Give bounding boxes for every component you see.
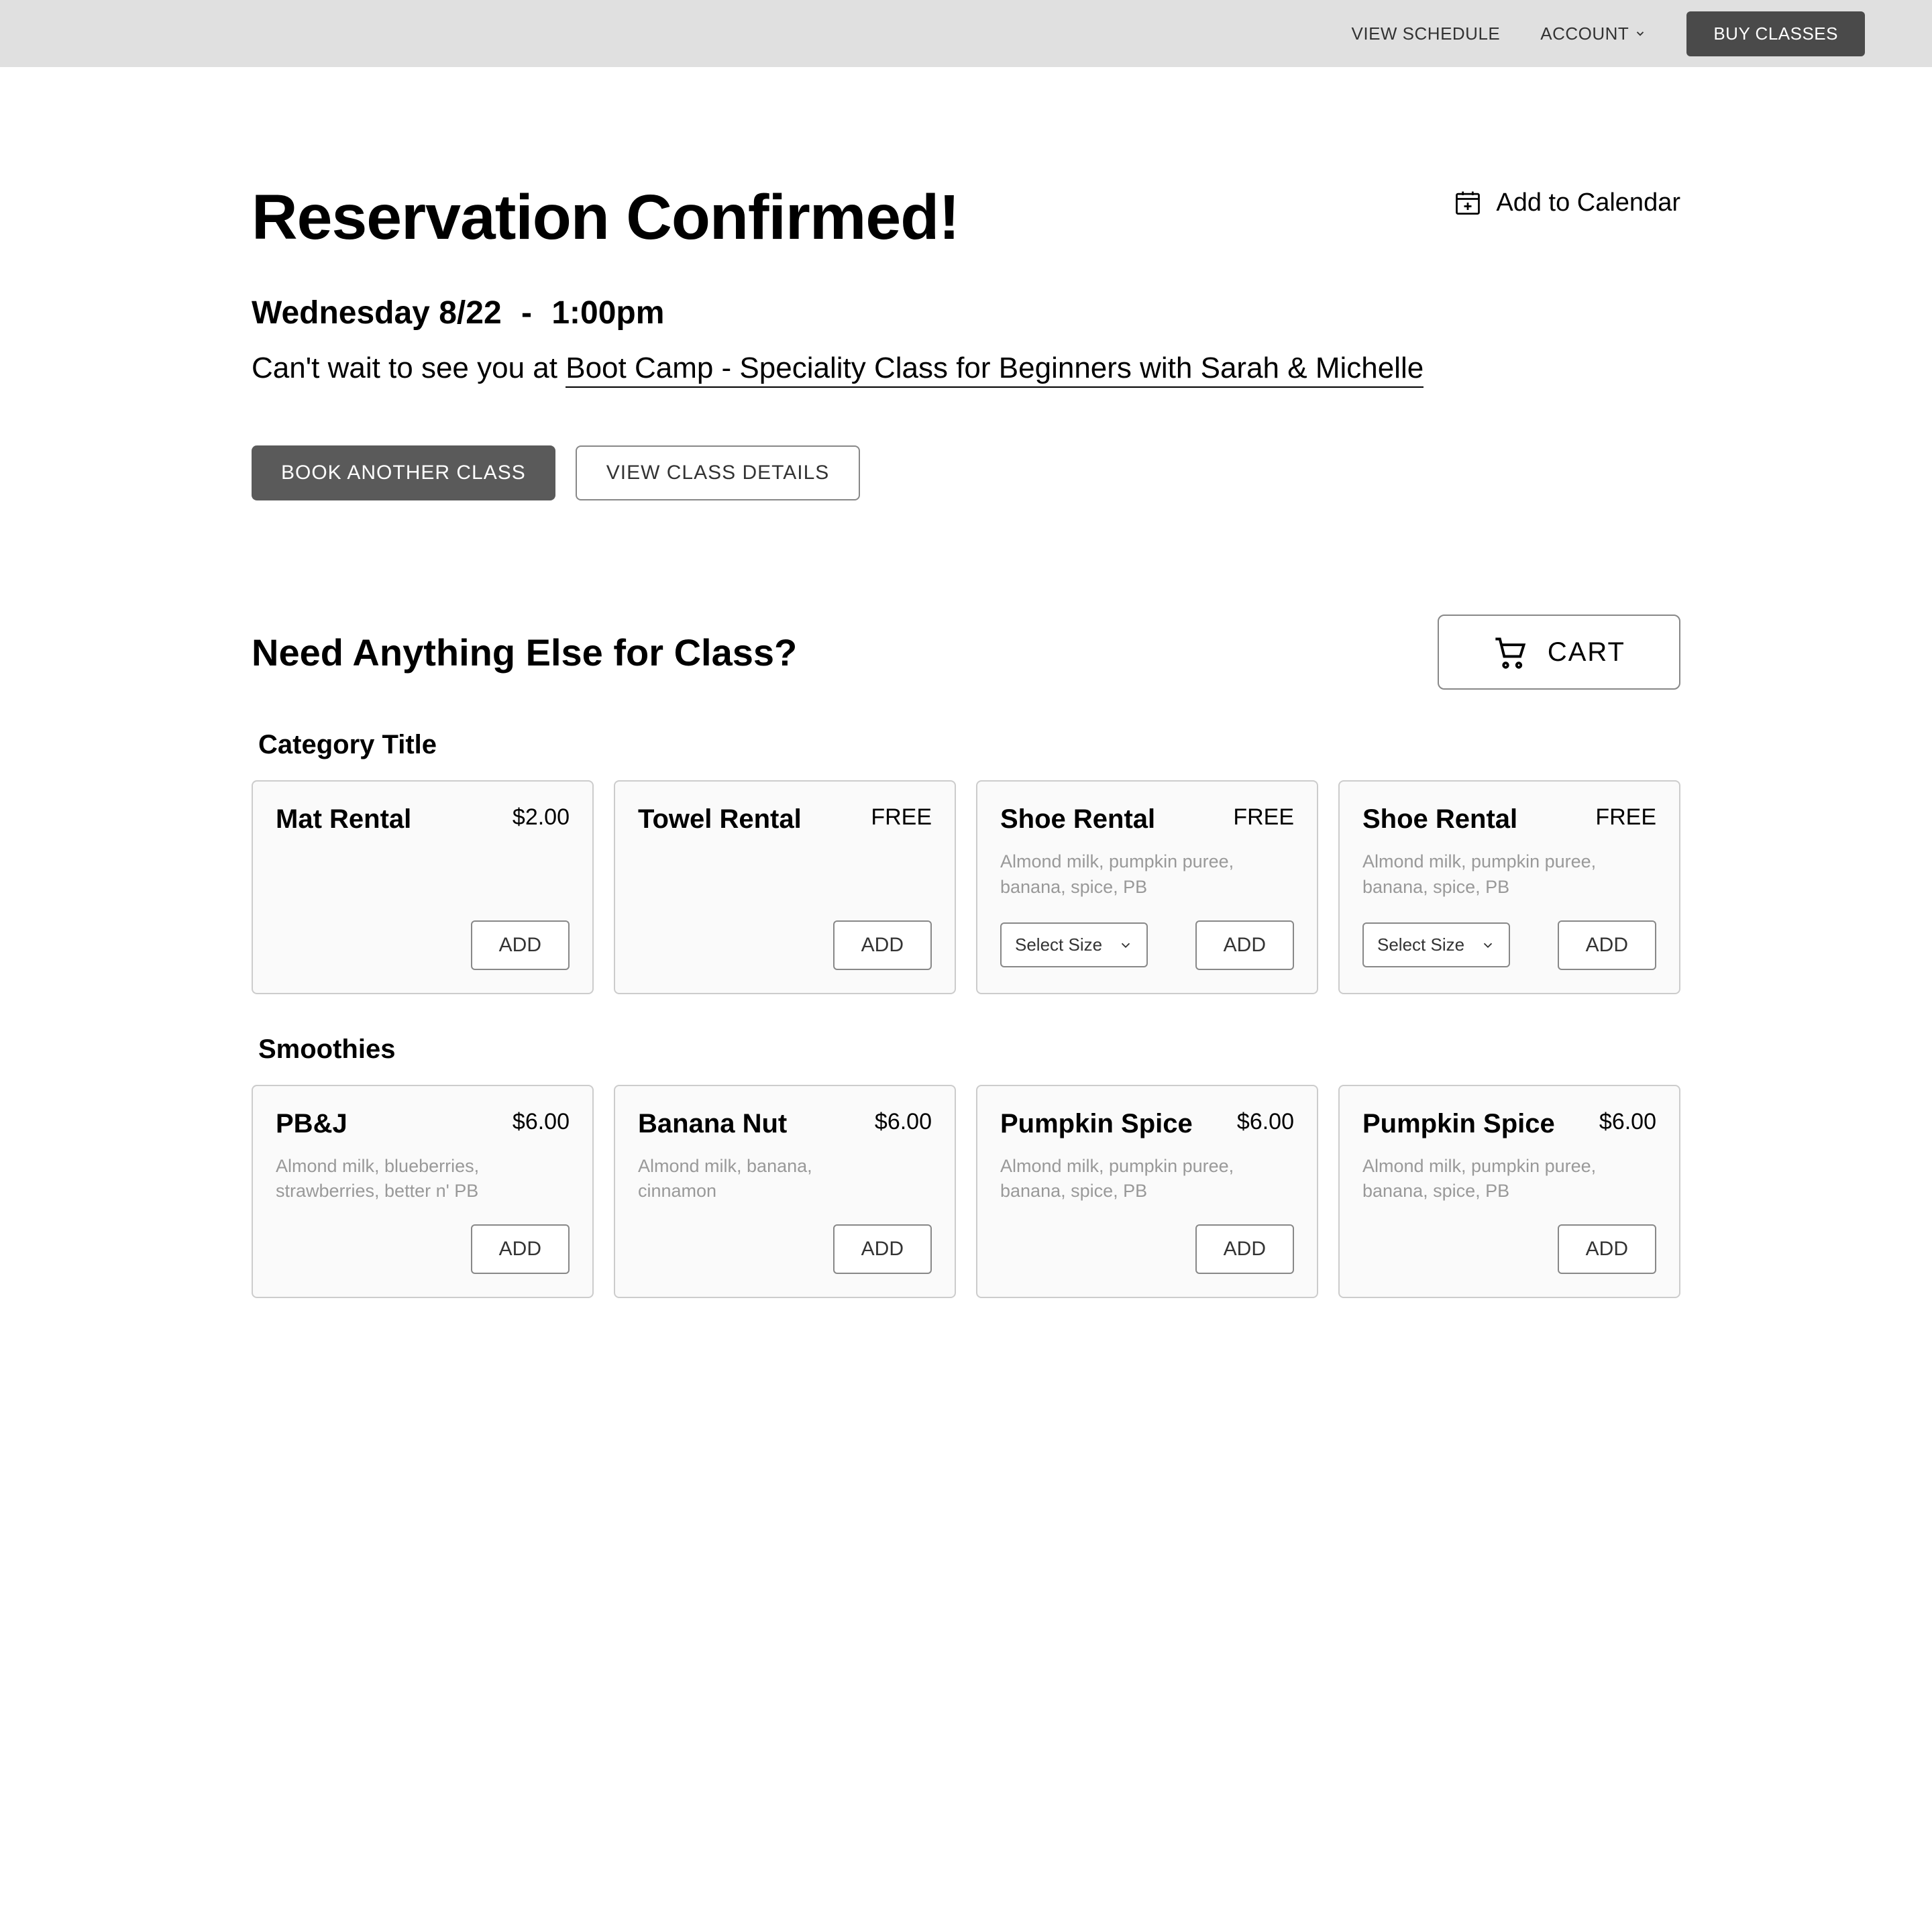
card-head: Shoe Rental FREE (1362, 804, 1656, 835)
item-description: Almond milk, pumpkin puree, banana, spic… (1362, 1154, 1612, 1205)
product-card: PB&J $6.00 Almond milk, blueberries, straw… (252, 1085, 594, 1299)
add-button[interactable]: ADD (1558, 920, 1656, 970)
item-name: Banana Nut (638, 1109, 787, 1139)
card-head: Pumpkin Spice $6.00 (1000, 1109, 1294, 1139)
datetime-separator: - (521, 295, 532, 331)
add-button[interactable]: ADD (833, 920, 932, 970)
card-footer: ADD (1000, 1204, 1294, 1274)
product-card: Shoe Rental FREE Almond milk, pumpkin pure… (976, 780, 1318, 994)
card-head: Shoe Rental FREE (1000, 804, 1294, 835)
item-price: $2.00 (513, 804, 570, 831)
card-row: Mat Rental$2.00ADDTowel RentalFREEADDSho… (252, 780, 1680, 994)
addons-heading: Need Anything Else for Class? (252, 631, 797, 674)
add-button[interactable]: ADD (471, 920, 570, 970)
card-footer: ADD (638, 900, 932, 970)
card-head: PB&J $6.00 (276, 1109, 570, 1139)
card-head: Mat Rental $2.00 (276, 804, 570, 835)
header-row: Reservation Confirmed! Add to Calendar (252, 181, 1680, 254)
item-name: Mat Rental (276, 804, 411, 835)
product-card: Shoe Rental FREE Almond milk, pumpkin pure… (1338, 780, 1680, 994)
main-container: Reservation Confirmed! Add to Calendar W… (252, 67, 1680, 1298)
add-button[interactable]: ADD (471, 1224, 570, 1274)
page-title: Reservation Confirmed! (252, 181, 959, 254)
chevron-down-icon (1118, 938, 1133, 953)
add-button[interactable]: ADD (1558, 1224, 1656, 1274)
add-button[interactable]: ADD (1195, 1224, 1294, 1274)
card-footer: ADD (1362, 1204, 1656, 1274)
item-name: Shoe Rental (1000, 804, 1155, 835)
calendar-icon (1453, 188, 1483, 217)
product-card: Towel Rental FREE ADD (614, 780, 956, 994)
account-dropdown[interactable]: ACCOUNT (1540, 23, 1646, 44)
view-details-button[interactable]: VIEW CLASS DETAILS (576, 445, 861, 500)
item-price: $6.00 (875, 1109, 932, 1135)
account-label: ACCOUNT (1540, 23, 1629, 44)
item-description: Almond milk, pumpkin puree, banana, spic… (1000, 849, 1250, 900)
product-card: Mat Rental $2.00 ADD (252, 780, 594, 994)
category-title: Smoothies (258, 1034, 1680, 1065)
product-card: Pumpkin Spice $6.00 Almond milk, pumpkin p… (976, 1085, 1318, 1299)
item-description: Almond milk, pumpkin puree, banana, spic… (1362, 849, 1612, 900)
card-head: Pumpkin Spice $6.00 (1362, 1109, 1656, 1139)
item-name: Shoe Rental (1362, 804, 1517, 835)
topbar: VIEW SCHEDULE ACCOUNT BUY CLASSES (0, 0, 1932, 67)
item-description: Almond milk, pumpkin puree, banana, spic… (1000, 1154, 1250, 1205)
card-head: Banana Nut $6.00 (638, 1109, 932, 1139)
reservation-datetime: Wednesday 8/22 - 1:00pm (252, 295, 1680, 331)
card-footer: ADD (276, 900, 570, 970)
intro-prefix: Can't wait to see you at (252, 352, 566, 384)
item-name: Towel Rental (638, 804, 802, 835)
class-name-link[interactable]: Boot Camp - Speciality Class for Beginne… (566, 352, 1424, 388)
reservation-date: Wednesday 8/22 (252, 295, 502, 331)
select-placeholder: Select Size (1377, 935, 1464, 955)
card-footer: Select Size ADD (1362, 900, 1656, 970)
item-price: $6.00 (1599, 1109, 1656, 1135)
book-another-button[interactable]: BOOK ANOTHER CLASS (252, 445, 555, 500)
action-row: BOOK ANOTHER CLASS VIEW CLASS DETAILS (252, 445, 1680, 500)
view-schedule-link[interactable]: VIEW SCHEDULE (1352, 23, 1501, 44)
product-card: Pumpkin Spice $6.00 Almond milk, pumpkin p… (1338, 1085, 1680, 1299)
card-footer: ADD (276, 1204, 570, 1274)
add-to-calendar-label: Add to Calendar (1496, 189, 1680, 217)
product-card: Banana Nut $6.00 Almond milk, banana, cinn… (614, 1085, 956, 1299)
category-title: Category Title (258, 730, 1680, 760)
chevron-down-icon (1481, 938, 1495, 953)
chevron-down-icon (1634, 28, 1646, 40)
item-price: FREE (871, 804, 932, 831)
item-name: Pumpkin Spice (1362, 1109, 1555, 1139)
addons-header-row: Need Anything Else for Class? CART (252, 615, 1680, 690)
card-head: Towel Rental FREE (638, 804, 932, 835)
card-row: PB&J $6.00 Almond milk, blueberries, straw… (252, 1085, 1680, 1299)
buy-classes-button[interactable]: BUY CLASSES (1686, 11, 1865, 56)
categories-container: Category TitleMat Rental$2.00ADDTowel Re… (252, 730, 1680, 1298)
item-price: $6.00 (513, 1109, 570, 1135)
cart-icon (1493, 635, 1527, 670)
item-description: Almond milk, blueberries, strawberries, … (276, 1154, 525, 1205)
size-select[interactable]: Select Size (1362, 922, 1510, 967)
cart-label: CART (1548, 637, 1625, 668)
item-name: Pumpkin Spice (1000, 1109, 1193, 1139)
intro-text: Can't wait to see you at Boot Camp - Spe… (252, 352, 1680, 385)
cart-button[interactable]: CART (1438, 615, 1680, 690)
item-price: FREE (1233, 804, 1294, 831)
item-price: $6.00 (1237, 1109, 1294, 1135)
select-placeholder: Select Size (1015, 935, 1102, 955)
size-select[interactable]: Select Size (1000, 922, 1148, 967)
card-footer: ADD (638, 1204, 932, 1274)
item-description: Almond milk, banana, cinnamon (638, 1154, 888, 1205)
add-button[interactable]: ADD (833, 1224, 932, 1274)
item-price: FREE (1595, 804, 1656, 831)
card-footer: Select Size ADD (1000, 900, 1294, 970)
item-name: PB&J (276, 1109, 347, 1139)
add-to-calendar-button[interactable]: Add to Calendar (1453, 188, 1680, 217)
add-button[interactable]: ADD (1195, 920, 1294, 970)
reservation-time: 1:00pm (551, 295, 664, 331)
